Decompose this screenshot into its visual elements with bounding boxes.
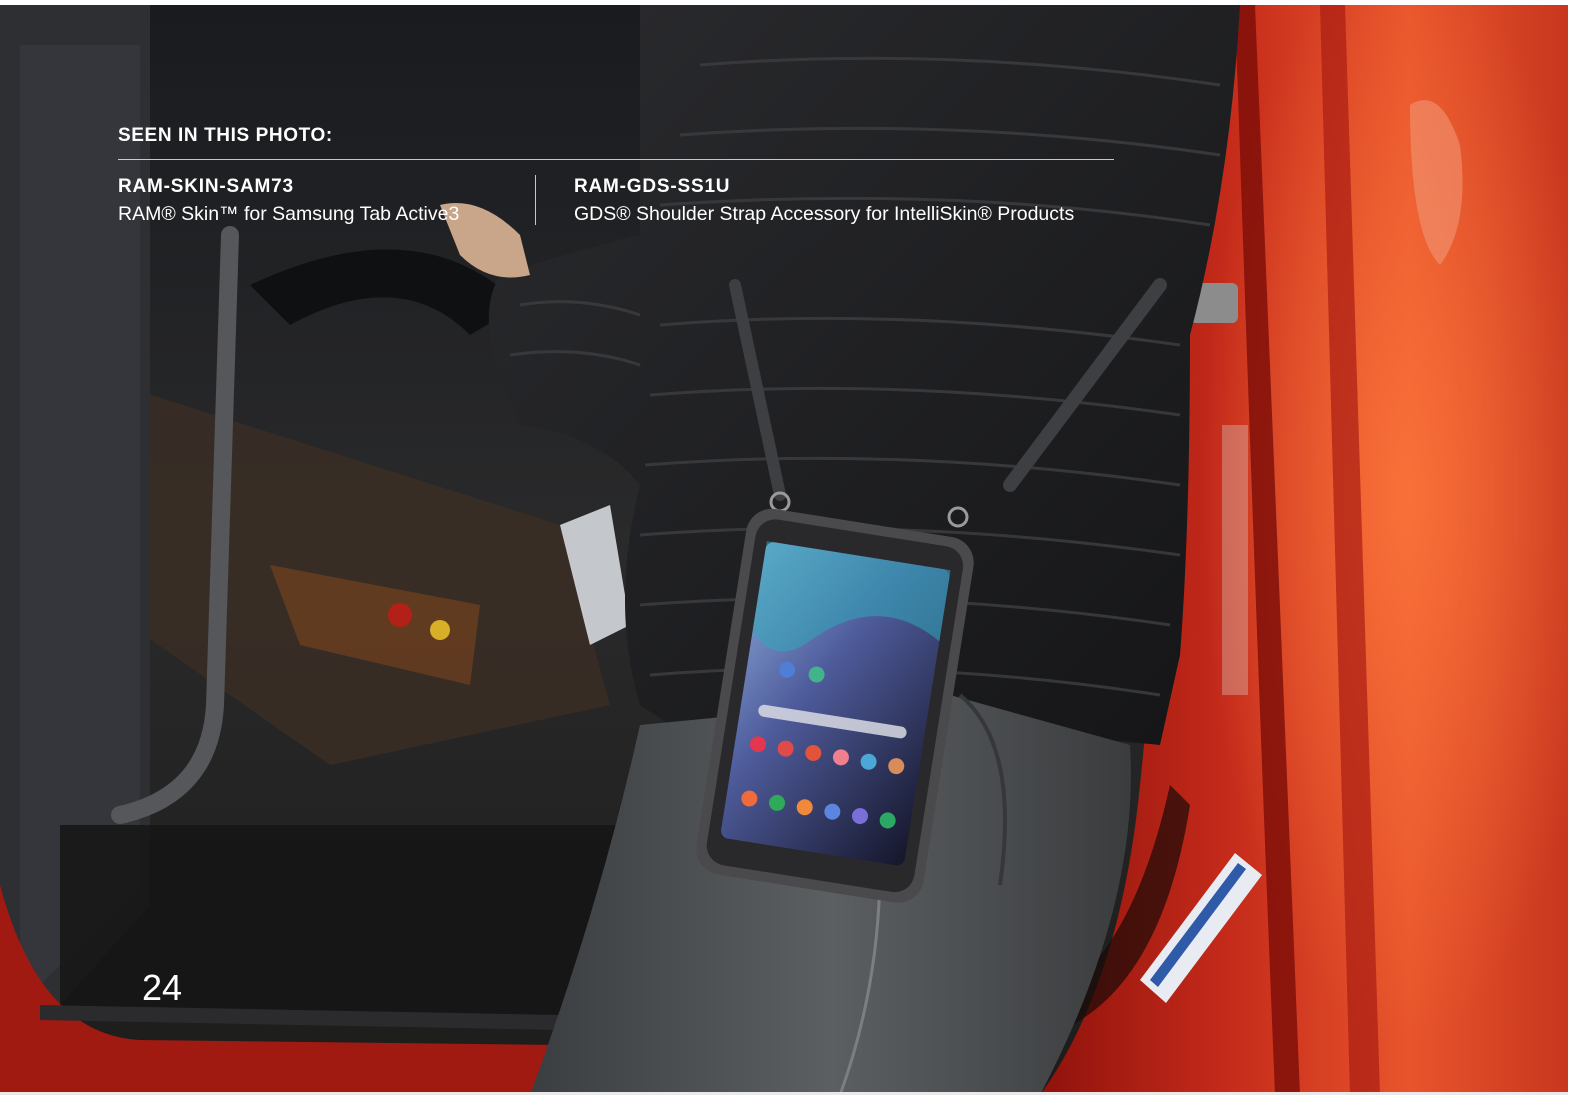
product-description: GDS® Shoulder Strap Accessory for Intell… xyxy=(574,203,1075,225)
seen-in-photo-heading: SEEN IN THIS PHOTO: xyxy=(118,125,333,146)
product-sku: RAM-SKIN-SAM73 xyxy=(118,176,294,197)
page-number: 24 xyxy=(142,967,183,1008)
product-sku: RAM-GDS-SS1U xyxy=(574,176,731,197)
photo-truck-driver-with-tablet xyxy=(0,5,1568,1095)
caption-divider-horizontal xyxy=(118,159,1114,160)
caption-divider-vertical xyxy=(535,175,536,225)
page-bottom-edge xyxy=(0,1092,1568,1095)
page: SEEN IN THIS PHOTO: RAM-SKIN-SAM73 RAM® … xyxy=(0,5,1568,1095)
product-description: RAM® Skin™ for Samsung Tab Active3 xyxy=(118,203,460,225)
